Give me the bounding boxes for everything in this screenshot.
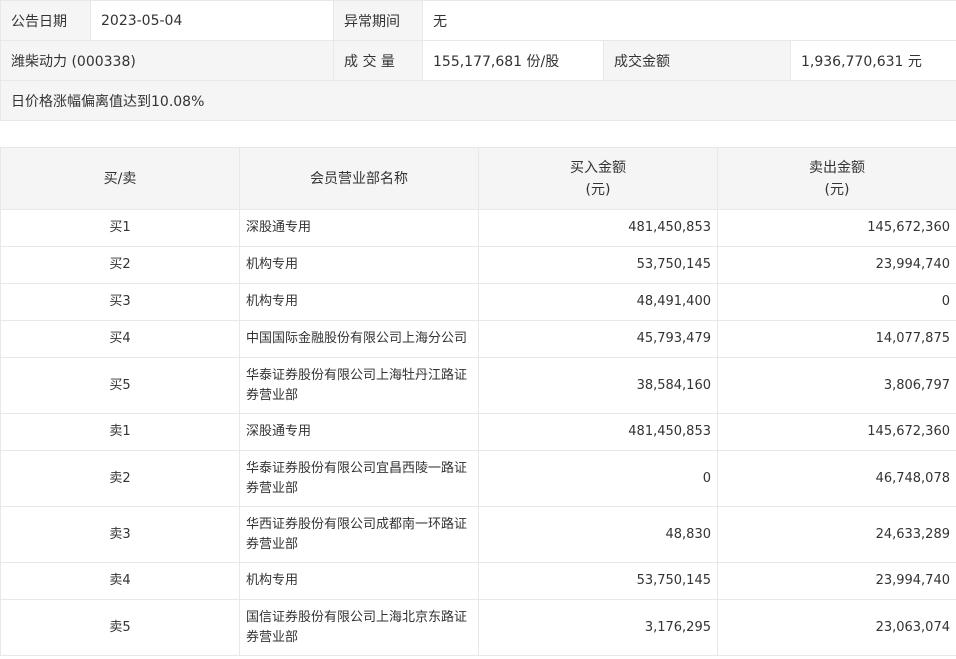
buy-amount-cell: 3,176,295 <box>478 599 718 656</box>
header-buy: 买入金额 (元) <box>478 147 718 210</box>
member-cell: 国信证券股份有限公司上海北京东路证券营业部 <box>239 599 479 656</box>
member-cell: 深股通专用 <box>239 413 479 451</box>
info-row-trade: 潍柴动力 (000338) 成 交 量 155,177,681 份/股 成交金额… <box>0 40 956 81</box>
side-cell: 买3 <box>0 283 240 321</box>
info-row-reason: 日价格涨幅偏离值达到10.08% <box>0 80 956 121</box>
buy-amount-cell: 481,450,853 <box>478 413 718 451</box>
buy-amount-cell: 53,750,145 <box>478 246 718 284</box>
side-cell: 买1 <box>0 209 240 247</box>
side-cell: 买2 <box>0 246 240 284</box>
header-sell-unit: (元) <box>824 181 850 198</box>
volume-label: 成 交 量 <box>333 40 423 81</box>
member-cell: 机构专用 <box>239 562 479 600</box>
table-row: 买4 中国国际金融股份有限公司上海分公司 45,793,479 14,077,8… <box>0 320 956 358</box>
sell-amount-cell: 23,994,740 <box>717 562 956 600</box>
header-member: 会员营业部名称 <box>239 147 479 210</box>
sell-amount-cell: 23,063,074 <box>717 599 956 656</box>
stock-info-table: 公告日期 2023-05-04 异常期间 无 潍柴动力 (000338) 成 交… <box>0 0 956 121</box>
member-cell: 中国国际金融股份有限公司上海分公司 <box>239 320 479 358</box>
side-cell: 卖5 <box>0 599 240 656</box>
header-buy-label: 买入金额 <box>570 159 626 176</box>
header-side: 买/卖 <box>0 147 240 210</box>
sell-amount-cell: 23,994,740 <box>717 246 956 284</box>
sell-amount-cell: 14,077,875 <box>717 320 956 358</box>
table-row: 卖2 华泰证券股份有限公司宜昌西陵一路证券营业部 0 46,748,078 <box>0 450 956 507</box>
amount-label: 成交金额 <box>603 40 791 81</box>
member-cell: 深股通专用 <box>239 209 479 247</box>
date-label: 公告日期 <box>0 0 91 41</box>
period-label: 异常期间 <box>333 0 423 41</box>
sell-amount-cell: 0 <box>717 283 956 321</box>
volume-value: 155,177,681 份/股 <box>422 40 604 81</box>
member-cell: 华泰证券股份有限公司宜昌西陵一路证券营业部 <box>239 450 479 507</box>
reason-text: 日价格涨幅偏离值达到10.08% <box>0 80 956 121</box>
period-value: 无 <box>421 0 956 41</box>
buy-amount-cell: 0 <box>478 450 718 507</box>
info-row-date: 公告日期 2023-05-04 异常期间 无 <box>0 0 956 41</box>
sell-amount-cell: 145,672,360 <box>717 209 956 247</box>
buy-amount-cell: 48,491,400 <box>478 283 718 321</box>
table-row: 卖1 深股通专用 481,450,853 145,672,360 <box>0 413 956 451</box>
buy-amount-cell: 45,793,479 <box>478 320 718 358</box>
sell-amount-cell: 3,806,797 <box>717 357 956 414</box>
table-row: 卖5 国信证券股份有限公司上海北京东路证券营业部 3,176,295 23,06… <box>0 599 956 656</box>
side-cell: 卖1 <box>0 413 240 451</box>
sell-amount-cell: 46,748,078 <box>717 450 956 507</box>
member-cell: 机构专用 <box>239 246 479 284</box>
table-row: 卖3 华西证券股份有限公司成都南一环路证券营业部 48,830 24,633,2… <box>0 506 956 563</box>
table-header-row: 买/卖 会员营业部名称 买入金额 (元) 卖出金额 (元) <box>0 147 956 210</box>
buy-amount-cell: 48,830 <box>478 506 718 563</box>
table-row: 买5 华泰证券股份有限公司上海牡丹江路证券营业部 38,584,160 3,80… <box>0 357 956 414</box>
stock-name: 潍柴动力 (000338) <box>0 40 334 81</box>
header-buy-unit: (元) <box>585 181 611 198</box>
side-cell: 卖2 <box>0 450 240 507</box>
table-row: 卖4 机构专用 53,750,145 23,994,740 <box>0 562 956 600</box>
member-cell: 华西证券股份有限公司成都南一环路证券营业部 <box>239 506 479 563</box>
side-cell: 卖3 <box>0 506 240 563</box>
header-sell: 卖出金额 (元) <box>717 147 956 210</box>
side-cell: 买4 <box>0 320 240 358</box>
date-value: 2023-05-04 <box>90 0 334 41</box>
buy-amount-cell: 481,450,853 <box>478 209 718 247</box>
table-row: 买3 机构专用 48,491,400 0 <box>0 283 956 321</box>
side-cell: 买5 <box>0 357 240 414</box>
header-sell-label: 卖出金额 <box>809 159 865 176</box>
buy-amount-cell: 38,584,160 <box>478 357 718 414</box>
amount-value: 1,936,770,631 元 <box>789 40 956 81</box>
buy-amount-cell: 53,750,145 <box>478 562 718 600</box>
table-row: 买2 机构专用 53,750,145 23,994,740 <box>0 246 956 284</box>
sell-amount-cell: 24,633,289 <box>717 506 956 563</box>
side-cell: 卖4 <box>0 562 240 600</box>
trade-detail-table: 买/卖 会员营业部名称 买入金额 (元) 卖出金额 (元) 买1 深股通专用 4… <box>0 147 956 656</box>
member-cell: 华泰证券股份有限公司上海牡丹江路证券营业部 <box>239 357 479 414</box>
member-cell: 机构专用 <box>239 283 479 321</box>
sell-amount-cell: 145,672,360 <box>717 413 956 451</box>
table-row: 买1 深股通专用 481,450,853 145,672,360 <box>0 209 956 247</box>
